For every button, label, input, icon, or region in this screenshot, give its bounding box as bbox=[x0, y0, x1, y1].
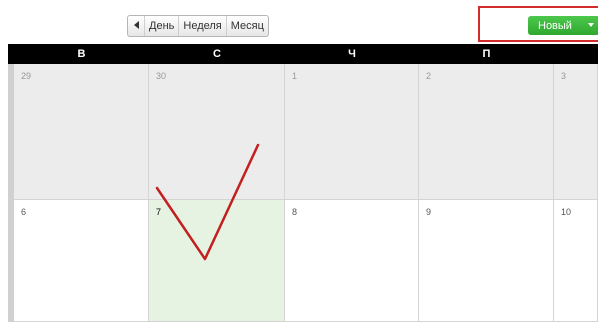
view-month-button[interactable]: Месяц bbox=[225, 16, 268, 36]
day-number: 2 bbox=[426, 71, 432, 81]
month-grid: 29 30 1 2 3 6 7 8 9 10 bbox=[8, 64, 598, 322]
day-number: 7 bbox=[156, 207, 162, 217]
view-day-button[interactable]: День bbox=[144, 16, 178, 36]
view-week-button[interactable]: Неделя bbox=[178, 16, 225, 36]
prev-period-button[interactable] bbox=[128, 16, 144, 36]
calendar-day-cell[interactable]: 30 bbox=[149, 64, 285, 200]
weekday-header-row: В С Ч П bbox=[8, 44, 598, 64]
weekday-header: П bbox=[482, 48, 491, 60]
calendar-day-cell[interactable]: 8 bbox=[285, 200, 419, 322]
calendar-day-cell[interactable]: 29 bbox=[14, 64, 149, 200]
weekday-header: С bbox=[213, 48, 221, 60]
calendar-day-cell[interactable]: 2 bbox=[419, 64, 554, 200]
day-number: 6 bbox=[21, 207, 27, 217]
day-number: 9 bbox=[426, 207, 432, 217]
weekday-header: В bbox=[77, 48, 86, 60]
caret-down-icon[interactable] bbox=[588, 23, 594, 27]
weekday-header: Ч bbox=[348, 48, 356, 60]
day-number: 10 bbox=[561, 207, 572, 217]
new-event-button[interactable]: Новый bbox=[528, 16, 598, 35]
day-number: 3 bbox=[561, 71, 567, 81]
new-button-label: Новый bbox=[538, 19, 572, 32]
calendar-toolbar: День Неделя Месяц Новый bbox=[0, 0, 598, 44]
day-number: 30 bbox=[156, 71, 167, 81]
grid-left-edge bbox=[8, 64, 14, 322]
calendar-day-cell[interactable]: 1 bbox=[285, 64, 419, 200]
calendar-day-cell[interactable]: 3 bbox=[554, 64, 598, 200]
calendar-day-cell[interactable]: 9 bbox=[419, 200, 554, 322]
day-number: 29 bbox=[21, 71, 32, 81]
calendar-day-cell-today[interactable]: 7 bbox=[149, 200, 285, 322]
day-number: 1 bbox=[292, 71, 298, 81]
calendar-day-cell[interactable]: 6 bbox=[14, 200, 149, 322]
view-switcher: День Неделя Месяц bbox=[127, 15, 269, 37]
day-number: 8 bbox=[292, 207, 298, 217]
arrow-left-icon bbox=[133, 21, 139, 30]
calendar-day-cell[interactable]: 10 bbox=[554, 200, 598, 322]
